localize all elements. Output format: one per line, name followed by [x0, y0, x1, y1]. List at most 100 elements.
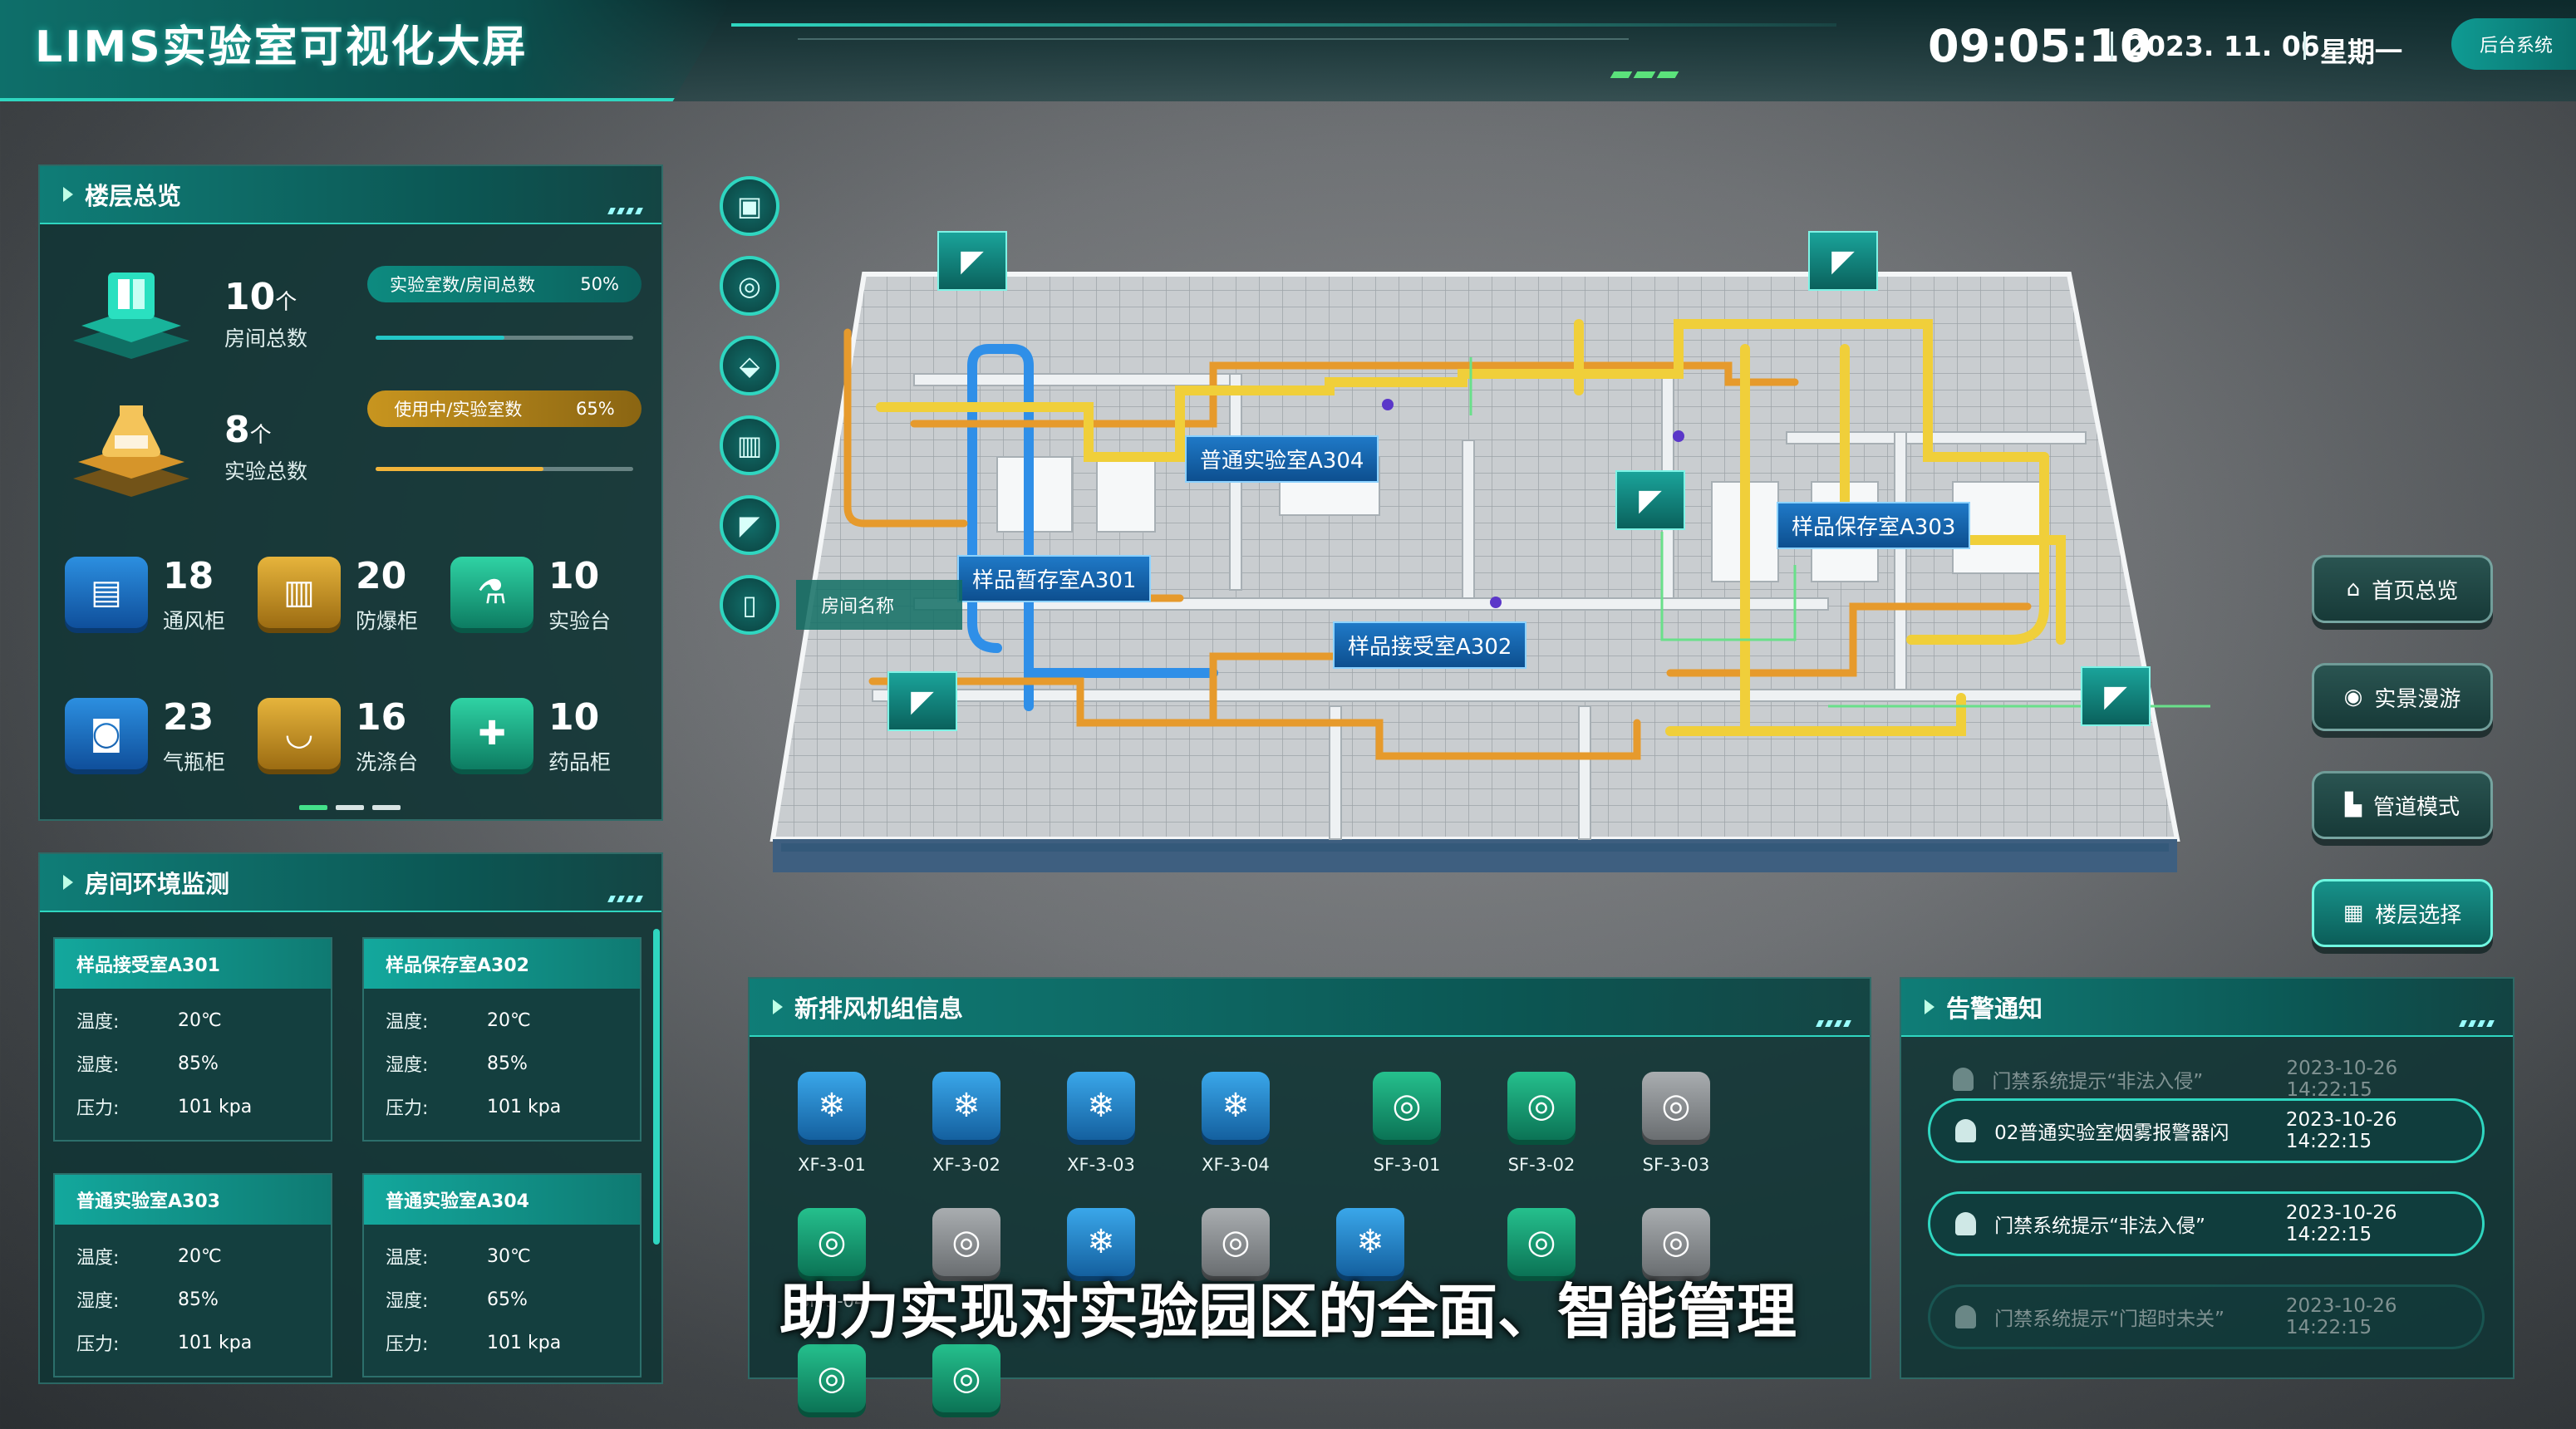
app-title: LIMS实验室可视化大屏 — [35, 22, 528, 72]
caret-icon — [63, 187, 73, 202]
fan-unit-label: XF-3-01 — [798, 1155, 866, 1175]
alarm-text: 门禁系统提示“非法入侵” — [1992, 1071, 2204, 1093]
header-accent — [1633, 71, 1656, 78]
fan-unit[interactable]: ◎ SF-3-01 — [1345, 1072, 1469, 1175]
room-tag[interactable]: 样品保存室A303 — [1777, 502, 1971, 549]
fan-unit-label: SF-3-02 — [1507, 1155, 1576, 1175]
caret-icon — [773, 999, 783, 1014]
equipment-label: 药品柜 — [548, 750, 612, 774]
camera-marker[interactable]: ◤ — [1615, 470, 1685, 530]
usage-ratio-pill: 使用中/实验室数 65% — [367, 390, 642, 427]
env-room-name: 样品接受室A301 — [55, 939, 331, 989]
humidity-value: 85% — [178, 1053, 219, 1074]
alarm-item[interactable]: 门禁系统提示“非法入侵” 2023-10-26 14:22:15 — [1928, 1191, 2485, 1256]
pressure-label: 压力: — [76, 1098, 120, 1119]
alarm-item[interactable]: 02普通实验室烟雾报警器闪 2023-10-26 14:22:15 — [1928, 1098, 2485, 1163]
view-button-label: 首页总览 — [2372, 578, 2459, 604]
humidity-label: 湿度: — [386, 1055, 429, 1076]
pressure-value: 101 kpa — [487, 1096, 562, 1117]
view-button-2[interactable]: ◉ 实景漫游 — [2312, 663, 2493, 731]
humidity-value: 85% — [487, 1053, 528, 1074]
lab-room-ratio-fill — [376, 336, 504, 340]
scrollbar[interactable] — [653, 929, 660, 1245]
floor-overview-panel: 楼层总览 10个 房间总数 8个 实验总数 实验室数/房间总数 50% 使用中/… — [38, 165, 663, 821]
clock: 09:05:10 — [1928, 20, 2151, 72]
usage-ratio-fill — [376, 467, 543, 471]
view-button-label: 管道模式 — [2372, 794, 2460, 820]
alarm-time: 2023-10-26 14:22:15 — [2285, 1109, 2397, 1152]
alarm-text: 门禁系统提示“非法入侵” — [1994, 1215, 2205, 1237]
panel-header: 房间环境监测 — [40, 854, 661, 912]
eye-icon: ◉ — [2343, 685, 2363, 710]
bell-icon — [1955, 1212, 1977, 1235]
humidity-row: 湿度: 85% — [55, 1042, 331, 1085]
room-count: 10个 — [224, 276, 297, 318]
fan-unit[interactable]: ❄ XF-3-02 — [904, 1072, 1029, 1175]
camera-marker[interactable]: ◤ — [937, 231, 1007, 291]
fan-unit[interactable]: ❄ XF-3-04 — [1173, 1072, 1298, 1175]
equipment-stat: ▥ 20 防爆柜 — [258, 555, 418, 633]
fan-unit[interactable]: ◎ SF-3-02 — [1479, 1072, 1604, 1175]
ratio-percent: 65% — [575, 399, 615, 419]
equipment-count: 18 — [163, 555, 214, 597]
blower-icon: ◎ — [798, 1344, 866, 1412]
view-button-1[interactable]: ⌂ 首页总览 — [2312, 555, 2493, 623]
fan-icon: ❄ — [798, 1072, 866, 1140]
fan-unit[interactable]: ◎ SF-3-03 — [1614, 1072, 1738, 1175]
room-name-label: 房间名称 — [796, 580, 962, 630]
alarm-time: 2023-10-26 14:22:15 — [2286, 1058, 2398, 1101]
alarm-text: 02普通实验室烟雾报警器闪 — [1994, 1122, 2229, 1144]
sink-icon: ◡ — [258, 698, 341, 769]
pressure-value: 101 kpa — [178, 1096, 253, 1117]
decor-dots — [2459, 1020, 2495, 1027]
equipment-label: 洗涤台 — [356, 750, 419, 774]
room-tag[interactable]: 样品接受室A302 — [1333, 621, 1527, 669]
room-tag[interactable]: 样品暂存室A301 — [957, 555, 1152, 602]
temperature-label: 温度: — [76, 1012, 120, 1033]
fan-unit[interactable]: ❄ XF-3-01 — [769, 1072, 894, 1175]
camera-marker[interactable]: ◤ — [887, 671, 957, 731]
fan-unit[interactable]: ◎ — [769, 1344, 894, 1412]
camera-marker[interactable]: ◤ — [1808, 231, 1878, 291]
fan-unit[interactable]: ❄ XF-3-03 — [1039, 1072, 1163, 1175]
alarm-time: 2023-10-26 14:22:15 — [2285, 1202, 2397, 1245]
separator — [2303, 32, 2306, 60]
room-building-icon — [73, 273, 189, 359]
caret-icon — [63, 875, 73, 890]
panel-title: 新排风机组信息 — [794, 994, 964, 1023]
view-button-label: 楼层选择 — [2375, 902, 2462, 928]
weekday: 星期一 — [2320, 36, 2402, 68]
backend-system-button[interactable]: 后台系统 — [2451, 18, 2576, 70]
room-tag[interactable]: 普通实验室A304 — [1185, 435, 1379, 483]
top-header: LIMS实验室可视化大屏 09:05:10 2023. 11. 06 星期一 后… — [0, 0, 2576, 101]
env-room-card[interactable]: 样品保存室A302 温度: 20℃ 湿度: 85% 压力: 101 kpa — [362, 937, 642, 1142]
view-button-3[interactable]: ▙ 管道模式 — [2312, 771, 2493, 839]
blower-icon: ◎ — [1642, 1072, 1710, 1140]
pressure-label: 压力: — [386, 1098, 429, 1119]
env-room-card[interactable]: 样品接受室A301 温度: 20℃ 湿度: 85% 压力: 101 kpa — [53, 937, 332, 1142]
caret-icon — [1925, 999, 1934, 1014]
equipment-count: 16 — [356, 696, 407, 739]
medicine-icon: ✚ — [450, 698, 533, 769]
fan-icon: ❄ — [1067, 1072, 1135, 1140]
equipment-stat: ⚗ 10 实验台 — [450, 555, 611, 633]
view-button-4[interactable]: ▦ 楼层选择 — [2312, 879, 2493, 947]
panel-title: 楼层总览 — [85, 182, 182, 210]
temperature-label: 温度: — [386, 1012, 429, 1033]
fan-unit[interactable]: ◎ — [904, 1344, 1029, 1412]
pager[interactable] — [299, 798, 409, 813]
header-divider-thin — [798, 38, 1629, 40]
pressure-row: 压力: 101 kpa — [364, 1085, 640, 1128]
equipment-count: 23 — [163, 696, 214, 739]
room-count-label: 房间总数 — [224, 327, 308, 351]
equipment-label: 实验台 — [548, 609, 612, 633]
equipment-count: 10 — [548, 696, 600, 739]
equipment-count: 10 — [548, 555, 600, 597]
lab-room-ratio-track — [376, 336, 633, 340]
explosion-proof-icon: ▥ — [258, 557, 341, 628]
alarm-item[interactable]: 门禁系统提示“非法入侵” 2023-10-26 14:22:15 — [1928, 1058, 2485, 1101]
camera-marker[interactable]: ◤ — [2081, 666, 2151, 726]
env-room-name: 普通实验室A304 — [364, 1175, 640, 1225]
equipment-label: 通风柜 — [163, 609, 226, 633]
fan-unit-label: XF-3-04 — [1202, 1155, 1270, 1175]
